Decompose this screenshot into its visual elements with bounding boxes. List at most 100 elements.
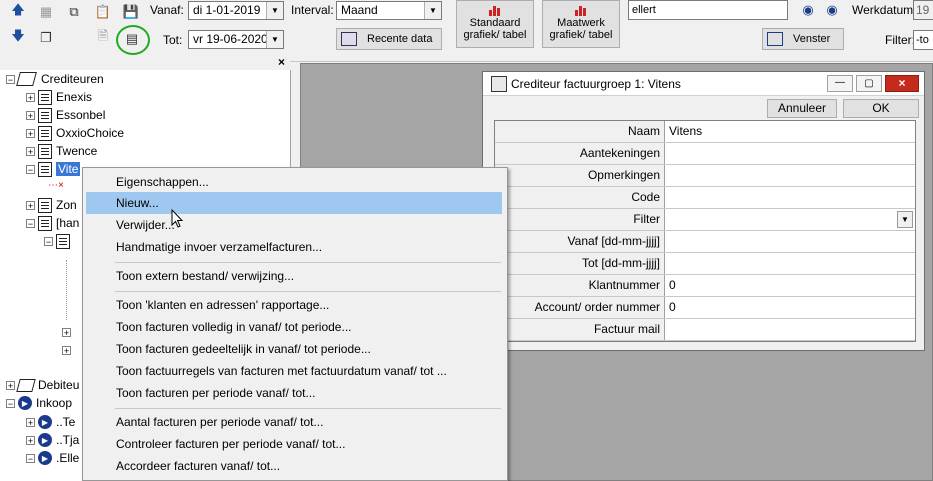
tree-item-twence[interactable]: + Twence — [26, 142, 97, 160]
opmerkingen-field[interactable] — [666, 165, 915, 186]
collapse-icon[interactable]: − — [26, 218, 35, 228]
venster-label: Venster — [793, 33, 831, 45]
tot-field[interactable] — [666, 253, 915, 274]
binoculars-next-icon[interactable]: ◉ — [822, 0, 842, 20]
expand-icon[interactable]: + — [26, 435, 35, 445]
minimize-button[interactable]: — — [827, 75, 853, 92]
chevron-down-icon[interactable]: ▼ — [266, 31, 283, 48]
menu-item-accordeer[interactable]: Accordeer facturen vanaf/ tot... — [86, 455, 502, 477]
menu-item-toon-klanten[interactable]: Toon 'klanten en adressen' rapportage... — [86, 294, 502, 316]
grid-icon[interactable]: ▦ — [36, 2, 56, 22]
naam-field[interactable]: Vitens — [666, 121, 915, 142]
tree-item-oxxiochoice[interactable]: + OxxioChoice — [26, 124, 124, 142]
properties-icon[interactable]: 🗎 — [93, 28, 113, 48]
tree-item-debiteuren[interactable]: + Debiteu — [6, 376, 79, 394]
menu-item-handmatige-invoer[interactable]: Handmatige invoer verzamelfacturen... — [86, 236, 502, 258]
tree-subitem-elle[interactable]: − ▶ .Elle — [26, 449, 79, 467]
search-value: ellert — [632, 4, 656, 16]
interval-select[interactable]: Maand ▼ — [336, 1, 442, 20]
grid-key: Aantekeningen — [495, 143, 665, 164]
chevron-down-icon[interactable]: ▼ — [424, 2, 441, 19]
tree-root[interactable]: − Crediteuren — [6, 70, 104, 88]
tree-subitem-tja[interactable]: + ▶ ..Tja — [26, 431, 79, 449]
chevron-down-icon[interactable]: ▼ — [897, 211, 913, 228]
collapse-icon[interactable]: − — [6, 74, 15, 84]
vanaf-field[interactable] — [666, 231, 915, 252]
code-field[interactable] — [666, 187, 915, 208]
standaard-grafiek-button[interactable]: Standaard grafiek/ tabel — [456, 0, 534, 48]
werkdatum-field[interactable]: 19 — [913, 0, 933, 20]
filter-select[interactable]: ▼ — [666, 209, 915, 230]
collapse-icon[interactable]: − — [44, 236, 53, 246]
search-input[interactable]: ellert — [628, 0, 788, 20]
vanaf-label: Vanaf: — [150, 3, 184, 17]
collapse-icon[interactable]: − — [26, 164, 35, 174]
expand-icon[interactable]: + — [26, 417, 35, 427]
maximize-button[interactable]: ▢ — [856, 75, 882, 92]
grid-row-naam: Naam Vitens — [495, 121, 915, 143]
menu-item-verwijder[interactable]: Verwijder... — [86, 214, 502, 236]
tree-item-enexis[interactable]: + Enexis — [26, 88, 92, 106]
collapse-icon[interactable]: − — [26, 453, 35, 463]
tree-item-vitens[interactable]: − Vite — [26, 160, 81, 178]
menu-item-aantal-facturen[interactable]: Aantal facturen per periode vanaf/ tot..… — [86, 411, 502, 433]
mouse-cursor-icon — [171, 209, 184, 228]
menu-item-toon-volledig[interactable]: Toon facturen volledig in vanaf/ tot per… — [86, 316, 502, 338]
close-icon[interactable]: × — [278, 55, 285, 69]
save-icon[interactable]: 💾 — [121, 2, 141, 22]
expand-icon[interactable]: + — [26, 146, 35, 156]
expand-icon[interactable]: + — [26, 128, 35, 138]
tree-item-han-child[interactable]: − — [44, 232, 74, 250]
filter-field[interactable]: -to — [913, 30, 933, 50]
up-arrow-icon[interactable]: 🡅 — [8, 2, 28, 22]
expand-icon[interactable]: + — [26, 92, 35, 102]
down-arrow-icon[interactable]: 🡇 — [8, 28, 28, 48]
menu-item-nieuw[interactable]: Nieuw... — [86, 192, 502, 214]
expand-icon[interactable]: + — [62, 346, 71, 356]
recente-data-button[interactable]: Recente data — [336, 28, 442, 50]
menu-item-eigenschappen[interactable]: Eigenschappen... — [86, 171, 502, 193]
collapse-icon[interactable]: − — [6, 398, 15, 408]
tree-root-label: Crediteuren — [41, 72, 104, 86]
vanaf-date-select[interactable]: di 1-01-2019 ▼ — [188, 1, 284, 20]
annuleer-button[interactable]: Annuleer — [767, 99, 837, 118]
binoculars-icon[interactable]: ◉ — [798, 0, 818, 20]
expand-icon[interactable]: + — [26, 110, 35, 120]
expand-icon[interactable]: + — [62, 328, 71, 338]
ok-button[interactable]: OK — [843, 99, 919, 118]
tree-subitem-te[interactable]: + ▶ ..Te — [26, 413, 75, 431]
werkdatum-value: 19 — [916, 3, 930, 17]
paste-icon[interactable]: 📋 — [93, 2, 113, 22]
klantnummer-field[interactable]: 0 — [666, 275, 915, 296]
new-window-icon[interactable]: ❐ — [36, 28, 56, 48]
maatwerk-grafiek-button[interactable]: Maatwerk grafiek/ tabel — [542, 0, 620, 48]
tree-item-zon[interactable]: + Zon — [26, 196, 77, 214]
chevron-down-icon[interactable]: ▼ — [266, 2, 283, 19]
list-icon[interactable]: ▤ — [122, 29, 142, 49]
tot-date-select[interactable]: vr 19-06-2020 ▼ — [188, 30, 284, 49]
tree-item-label: Vite — [56, 162, 81, 176]
grid-key: Filter — [495, 209, 665, 230]
grid-row-code: Code — [495, 187, 915, 209]
expand-icon[interactable]: + — [26, 200, 35, 210]
dialog-titlebar[interactable]: Crediteur factuurgroep 1: Vitens — ▢ × — [483, 72, 924, 96]
document-icon — [38, 197, 52, 213]
grid-row-account: Account/ order nummer 0 — [495, 297, 915, 319]
factuurmail-field[interactable] — [666, 319, 915, 340]
menu-item-controleer[interactable]: Controleer facturen per periode vanaf/ t… — [86, 433, 502, 455]
werkdatum-label: Werkdatum: — [852, 3, 917, 17]
tree-item-inkoop[interactable]: − ▶ Inkoop — [6, 394, 72, 412]
copy-icon[interactable]: ⧉ — [64, 2, 84, 22]
close-button[interactable]: × — [885, 75, 919, 92]
tree-item-essonbel[interactable]: + Essonbel — [26, 106, 105, 124]
aantekeningen-field[interactable] — [666, 143, 915, 164]
venster-button[interactable]: Venster — [762, 28, 844, 50]
expand-icon[interactable]: + — [6, 380, 15, 390]
menu-item-toon-gedeeltelijk[interactable]: Toon facturen gedeeltelijk in vanaf/ tot… — [86, 338, 502, 360]
grid-key: Code — [495, 187, 665, 208]
menu-item-toon-factuurregels[interactable]: Toon factuurregels van facturen met fact… — [86, 360, 502, 382]
menu-item-toon-per-periode[interactable]: Toon facturen per periode vanaf/ tot... — [86, 382, 502, 404]
account-field[interactable]: 0 — [666, 297, 915, 318]
tree-item-han[interactable]: − [han — [26, 214, 79, 232]
menu-item-toon-extern[interactable]: Toon extern bestand/ verwijzing... — [86, 265, 502, 287]
